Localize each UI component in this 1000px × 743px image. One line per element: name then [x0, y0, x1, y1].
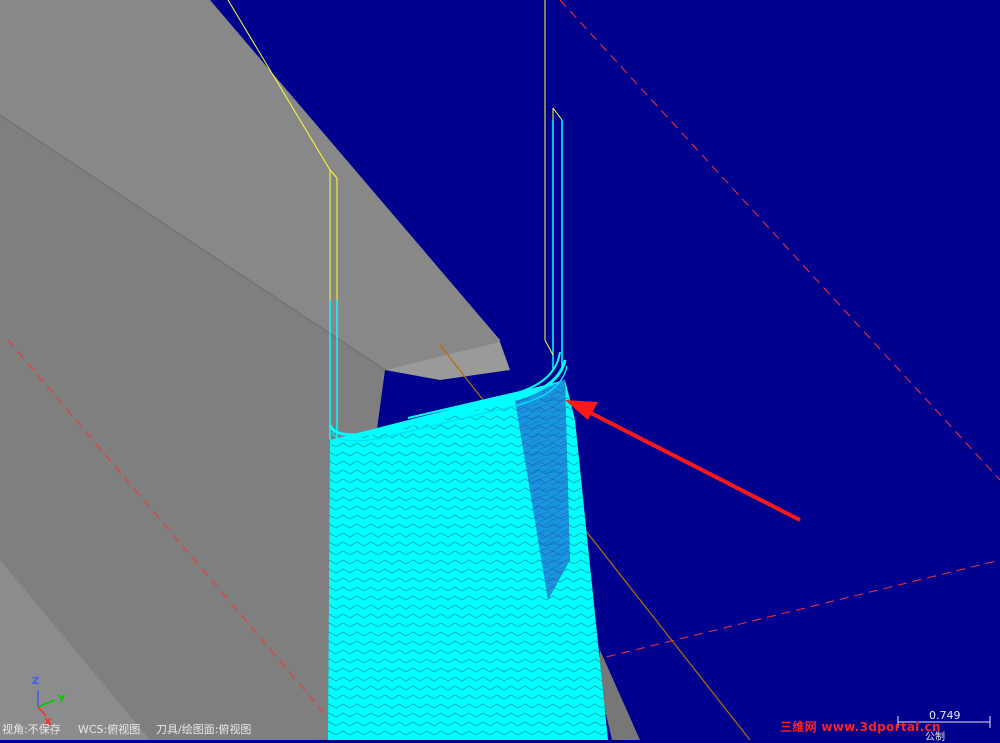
- scale-value: 0.749: [929, 709, 961, 722]
- axis-z-label: Z: [32, 676, 40, 687]
- graphics-viewport[interactable]: Z Y X 视角:不保存 WCS:俯视图 刀具/绘图面:俯视图 三维网 www.…: [0, 0, 1000, 743]
- status-wcs: WCS:俯视图: [78, 723, 141, 736]
- scale-unit: 公制: [925, 732, 945, 743]
- status-view: 视角:不保存: [2, 723, 61, 736]
- watermark: 三维网 www.3dportal.cn: [780, 720, 941, 734]
- axis-y-label: Y: [58, 694, 66, 705]
- annotation-arrow: [565, 400, 801, 522]
- 3d-scene: [0, 0, 1000, 740]
- status-tool-plane: 刀具/绘图面:俯视图: [156, 723, 252, 736]
